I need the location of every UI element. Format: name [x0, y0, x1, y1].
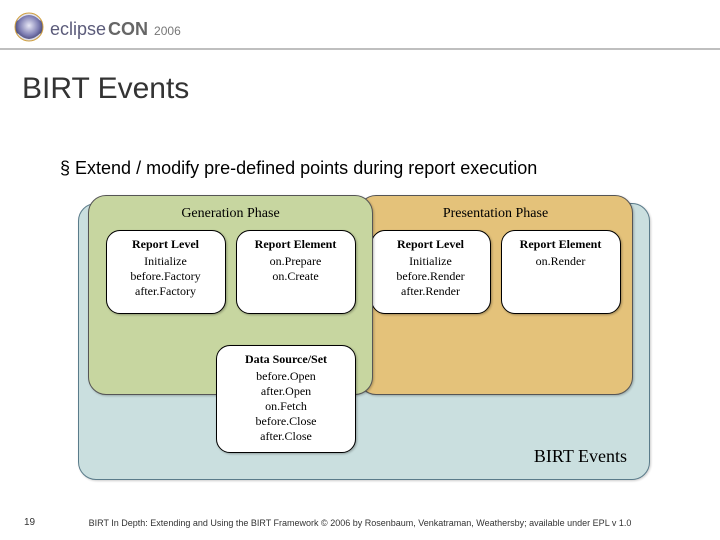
logo-part-lipse: lipse: [69, 19, 106, 40]
slide: eclipse CON 2006 BIRT Events § Extend / …: [0, 0, 720, 540]
slide-title: BIRT Events: [22, 72, 189, 106]
events-label: BIRT Events: [534, 446, 627, 467]
mini-line: before.Open: [221, 369, 351, 384]
generation-mini-row: Report Level Initialize before.Factory a…: [89, 226, 372, 314]
generation-phase-title: Generation Phase: [89, 206, 372, 222]
pres-report-level-box: Report Level Initialize before.Render af…: [371, 230, 491, 314]
bullet-text: Extend / modify pre-defined points durin…: [75, 158, 537, 178]
presentation-mini-row: Report Level Initialize before.Render af…: [359, 226, 632, 314]
mini-line: on.Render: [506, 254, 616, 269]
logo-part-ec: ec: [50, 19, 69, 40]
bullet-marker: §: [60, 158, 70, 178]
mini-line: on.Create: [241, 269, 351, 284]
mini-line: Initialize: [376, 254, 486, 269]
mini-title: Report Element: [241, 237, 351, 252]
mini-title: Report Level: [376, 237, 486, 252]
logo-text: eclipse CON 2006: [50, 19, 181, 40]
gen-report-element-box: Report Element on.Prepare on.Create: [236, 230, 356, 314]
mini-line: Initialize: [111, 254, 221, 269]
presentation-phase-title: Presentation Phase: [359, 206, 632, 222]
footer-text: BIRT In Depth: Extending and Using the B…: [0, 518, 720, 528]
logo-year: 2006: [154, 24, 181, 38]
logo-bar: eclipse CON 2006: [12, 10, 181, 49]
eclipse-logo-icon: [12, 10, 46, 49]
presentation-phase-box: Presentation Phase Report Level Initiali…: [358, 195, 633, 395]
mini-line: before.Close: [221, 414, 351, 429]
mini-line: on.Prepare: [241, 254, 351, 269]
mini-line: after.Render: [376, 284, 486, 299]
pres-report-element-box: Report Element on.Render: [501, 230, 621, 314]
mini-title: Report Element: [506, 237, 616, 252]
mini-line: on.Fetch: [221, 399, 351, 414]
bullet-line: § Extend / modify pre-defined points dur…: [60, 158, 537, 179]
mini-line: after.Open: [221, 384, 351, 399]
mini-line: after.Close: [221, 429, 351, 444]
gen-report-level-box: Report Level Initialize before.Factory a…: [106, 230, 226, 314]
mini-line: before.Factory: [111, 269, 221, 284]
data-source-set-box: Data Source/Set before.Open after.Open o…: [216, 345, 356, 453]
logo-part-con: CON: [108, 19, 148, 40]
mini-line: before.Render: [376, 269, 486, 284]
diagram: BIRT Events Presentation Phase Report Le…: [78, 195, 648, 480]
header-rule: [0, 48, 720, 50]
mini-title: Report Level: [111, 237, 221, 252]
mini-line: after.Factory: [111, 284, 221, 299]
mini-title: Data Source/Set: [221, 352, 351, 367]
